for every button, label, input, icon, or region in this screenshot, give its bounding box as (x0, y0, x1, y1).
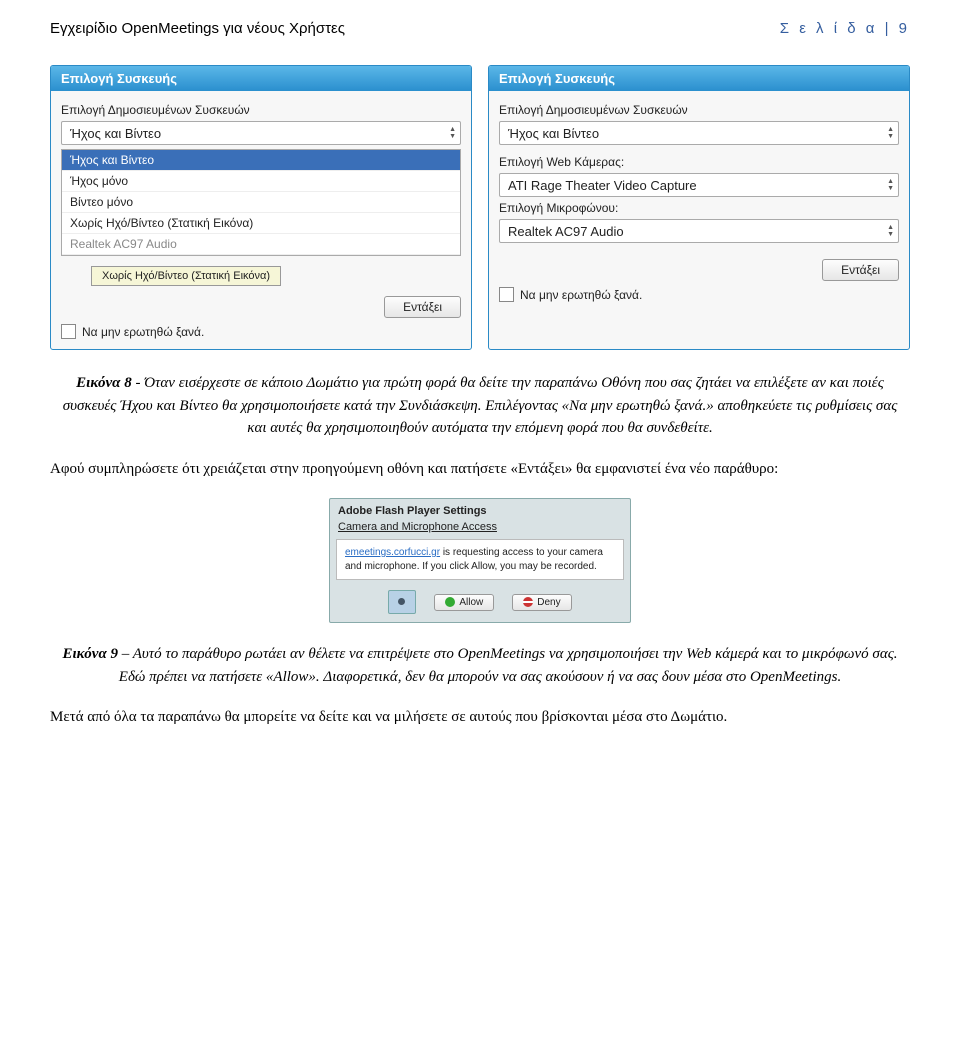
allow-icon (445, 597, 455, 607)
device-dialog-right: Επιλογή Συσκευής Επιλογή Δημοσιευμένων Σ… (488, 65, 910, 350)
section-label: Επιλογή Δημοσιευμένων Συσκευών (499, 103, 899, 117)
mic-select[interactable]: Realtek AC97 Audio ▲▼ (499, 219, 899, 243)
spinner-icon: ▲▼ (887, 126, 894, 140)
list-item[interactable]: Χωρίς Ηχό/Βίντεο (Στατική Εικόνα) (62, 213, 460, 234)
figure-8-caption: Εικόνα 8 - Όταν εισέρχεστε σε κάποιο Δωμ… (60, 372, 900, 440)
select-value: Ήχος και Βίντεο (70, 126, 161, 141)
camera-icon (388, 590, 416, 614)
select-value: Realtek AC97 Audio (508, 224, 624, 239)
flash-message: emeetings.corfucci.gr is requesting acce… (336, 539, 624, 580)
flash-subtitle: Camera and Microphone Access (330, 519, 630, 539)
deny-button[interactable]: Deny (512, 594, 571, 611)
flash-permission-dialog: Adobe Flash Player Settings Camera and M… (329, 498, 631, 623)
allow-label: Allow (459, 597, 483, 608)
body-paragraph: Μετά από όλα τα παραπάνω θα μπορείτε να … (50, 706, 910, 729)
camera-label: Επιλογή Web Κάμερας: (499, 155, 899, 169)
list-item[interactable]: Ήχος μόνο (62, 171, 460, 192)
camera-select[interactable]: ATI Rage Theater Video Capture ▲▼ (499, 173, 899, 197)
caption-rest: - Όταν εισέρχεστε σε κάποιο Δωμάτιο για … (63, 375, 898, 436)
ok-button[interactable]: Εντάξει (822, 259, 899, 281)
list-item[interactable]: Βίντεο μόνο (62, 192, 460, 213)
dialog-title: Επιλογή Συσκευής (51, 66, 471, 91)
spinner-icon: ▲▼ (449, 126, 456, 140)
dont-ask-checkbox[interactable] (499, 287, 514, 302)
tooltip: Χωρίς Ηχό/Βίντεο (Στατική Εικόνα) (91, 266, 281, 286)
device-mode-select[interactable]: Ήχος και Βίντεο ▲▼ (61, 121, 461, 145)
device-mode-select[interactable]: Ήχος και Βίντεο ▲▼ (499, 121, 899, 145)
dialog-title: Επιλογή Συσκευής (489, 66, 909, 91)
flash-title: Adobe Flash Player Settings (330, 499, 630, 519)
checkbox-label: Να μην ερωτηθώ ξανά. (520, 288, 642, 302)
allow-button[interactable]: Allow (434, 594, 494, 611)
page-header: Εγχειρίδιο OpenMeetings για νέους Χρήστε… (50, 20, 910, 37)
dont-ask-checkbox[interactable] (61, 324, 76, 339)
section-label: Επιλογή Δημοσιευμένων Συσκευών (61, 103, 461, 117)
device-dialog-left: Επιλογή Συσκευής Επιλογή Δημοσιευμένων Σ… (50, 65, 472, 350)
mic-label: Επιλογή Μικροφώνου: (499, 201, 899, 215)
checkbox-label: Να μην ερωτηθώ ξανά. (82, 325, 204, 339)
flash-domain-link[interactable]: emeetings.corfucci.gr (345, 547, 440, 558)
deny-label: Deny (537, 597, 560, 608)
spinner-icon: ▲▼ (887, 178, 894, 192)
select-value: Ήχος και Βίντεο (508, 126, 599, 141)
spinner-icon: ▲▼ (887, 224, 894, 238)
select-value: ATI Rage Theater Video Capture (508, 178, 697, 193)
header-right: Σ ε λ ί δ α | 9 (780, 20, 910, 37)
caption-lead: Εικόνα 9 (62, 646, 118, 662)
list-item[interactable]: Ήχος και Βίντεο (62, 150, 460, 171)
figure-9-caption: Εικόνα 9 – Αυτό το παράθυρο ρωτάει αν θέ… (60, 643, 900, 688)
dialogs-row: Επιλογή Συσκευής Επιλογή Δημοσιευμένων Σ… (50, 65, 910, 350)
body-paragraph: Αφού συμπληρώσετε ότι χρειάζεται στην πρ… (50, 458, 910, 481)
caption-rest: – Αυτό το παράθυρο ρωτάει αν θέλετε να ε… (118, 646, 898, 685)
ok-button[interactable]: Εντάξει (384, 296, 461, 318)
deny-icon (523, 597, 533, 607)
list-item[interactable]: Realtek AC97 Audio (62, 234, 460, 255)
header-left: Εγχειρίδιο OpenMeetings για νέους Χρήστε… (50, 20, 345, 37)
caption-lead: Εικόνα 8 (76, 375, 132, 391)
device-mode-listbox[interactable]: Ήχος και Βίντεο Ήχος μόνο Βίντεο μόνο Χω… (61, 149, 461, 256)
